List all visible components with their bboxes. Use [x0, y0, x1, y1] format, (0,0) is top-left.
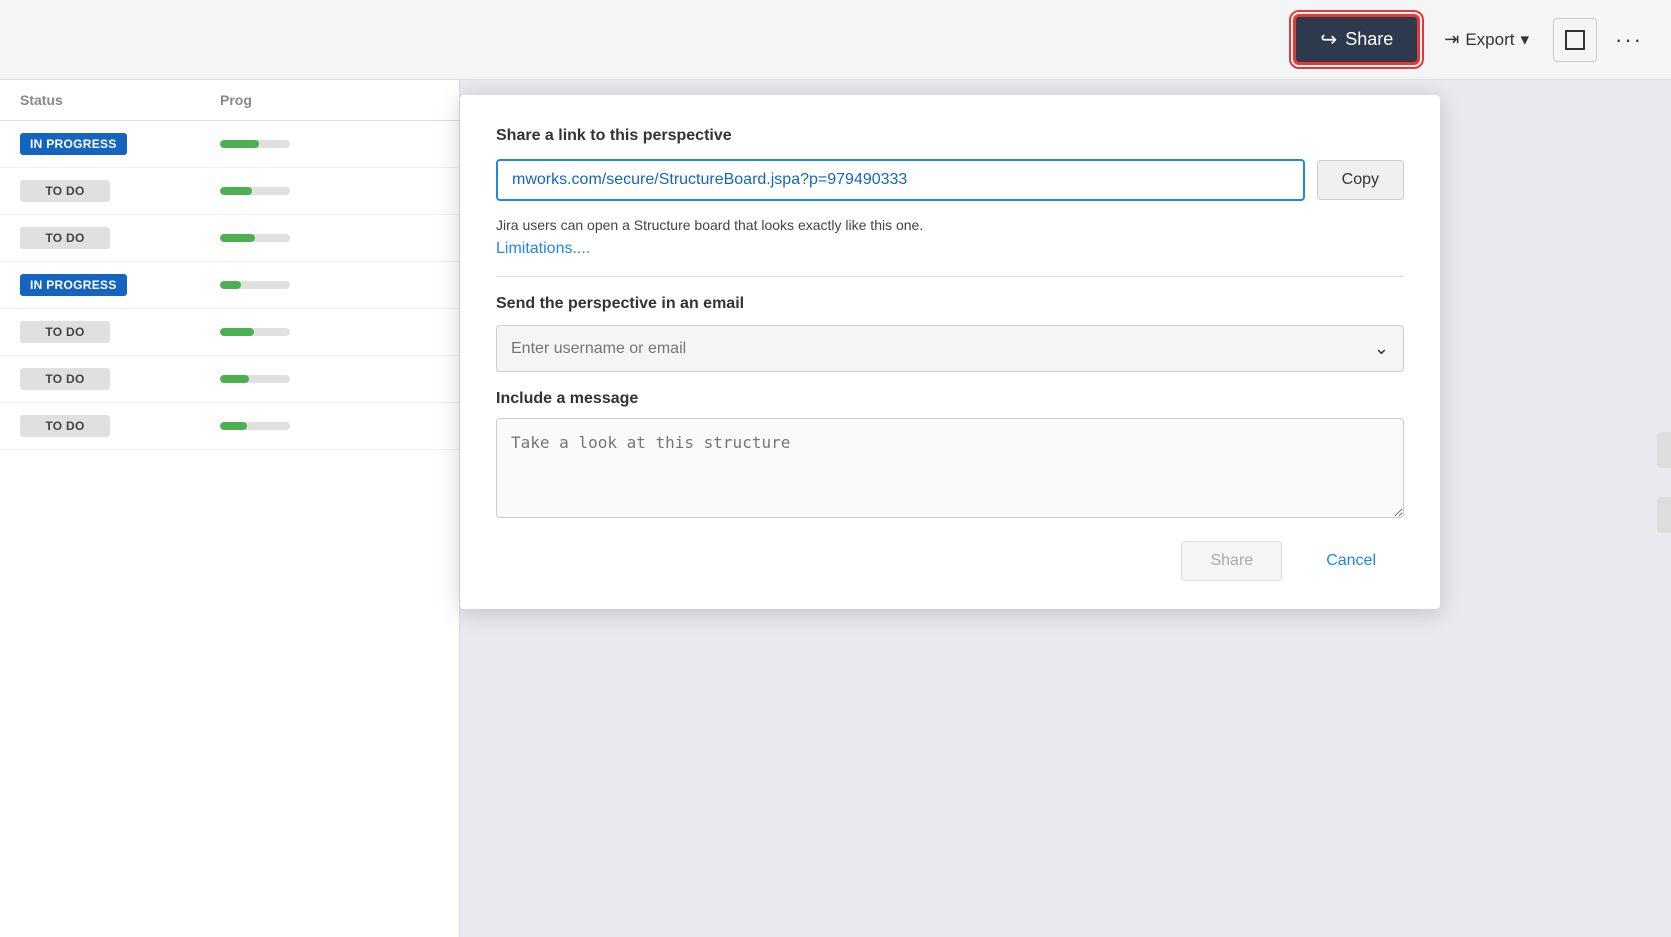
progress-bar: [220, 234, 290, 242]
scroll-hint-2: [1657, 497, 1671, 533]
export-icon: ⇥: [1444, 29, 1459, 50]
progress-bar: [220, 375, 290, 383]
modal-share-button[interactable]: Share: [1181, 541, 1282, 581]
table-row: IN PROGRESS: [0, 262, 459, 309]
progress-bar: [220, 187, 290, 195]
progress-fill: [220, 187, 252, 195]
window-icon: [1565, 30, 1585, 50]
email-input[interactable]: [511, 340, 1374, 358]
table-row: TO DO: [0, 309, 459, 356]
modal-cancel-button[interactable]: Cancel: [1298, 542, 1404, 580]
status-column-header: Status: [20, 92, 180, 108]
share-modal: Share a link to this perspective Copy Ji…: [460, 95, 1440, 609]
progress-fill: [220, 328, 254, 336]
email-input-row: ⌄: [496, 325, 1404, 372]
progress-fill: [220, 375, 249, 383]
status-badge: TO DO: [20, 368, 110, 390]
status-badge: TO DO: [20, 415, 110, 437]
export-button[interactable]: ⇥ Export ▾: [1430, 19, 1543, 60]
message-textarea[interactable]: [496, 418, 1404, 518]
progress-bar: [220, 281, 290, 289]
share-button-label: Share: [1345, 29, 1393, 50]
export-label: Export: [1465, 30, 1514, 50]
progress-fill: [220, 281, 241, 289]
share-arrow-icon: ↪: [1320, 27, 1337, 52]
table-row: TO DO: [0, 168, 459, 215]
progress-bar: [220, 328, 290, 336]
section-divider: [496, 276, 1404, 277]
info-text: Jira users can open a Structure board th…: [496, 215, 1404, 236]
table-header: Status Prog: [0, 80, 459, 121]
progress-bar: [220, 422, 290, 430]
chevron-down-icon: ⌄: [1374, 338, 1389, 359]
modal-footer: Share Cancel: [496, 541, 1404, 581]
email-section-title: Send the perspective in an email: [496, 295, 1404, 313]
progress-fill: [220, 140, 259, 148]
status-badge: TO DO: [20, 321, 110, 343]
more-options-button[interactable]: ···: [1607, 23, 1651, 57]
export-chevron-icon: ▾: [1520, 30, 1529, 50]
table-area: Status Prog IN PROGRESS TO DO TO DO: [0, 80, 460, 937]
share-button[interactable]: ↪ Share: [1293, 14, 1420, 65]
progress-fill: [220, 422, 247, 430]
table-row: TO DO: [0, 356, 459, 403]
scroll-hint: [1657, 432, 1671, 468]
link-section-title: Share a link to this perspective: [496, 127, 1404, 145]
url-input[interactable]: [496, 159, 1305, 201]
status-badge: IN PROGRESS: [20, 133, 127, 155]
status-badge: TO DO: [20, 180, 110, 202]
progress-bar: [220, 140, 290, 148]
table-row: TO DO: [0, 403, 459, 450]
message-section-title: Include a message: [496, 390, 1404, 408]
copy-button[interactable]: Copy: [1317, 160, 1404, 200]
url-row: Copy: [496, 159, 1404, 201]
window-button[interactable]: [1553, 18, 1597, 62]
progress-fill: [220, 234, 255, 242]
status-badge: TO DO: [20, 227, 110, 249]
table-row: TO DO: [0, 215, 459, 262]
limitations-link[interactable]: Limitations....: [496, 240, 590, 257]
toolbar: ↪ Share ⇥ Export ▾ ···: [0, 0, 1671, 80]
more-dots-icon: ···: [1615, 27, 1643, 52]
progress-column-header: Prog: [220, 92, 300, 108]
table-row: IN PROGRESS: [0, 121, 459, 168]
status-badge: IN PROGRESS: [20, 274, 127, 296]
